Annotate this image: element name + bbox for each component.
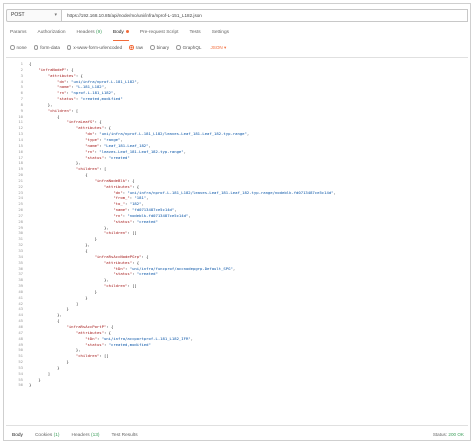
option-label: GraphQL: [182, 45, 202, 50]
response-tabs: Body Cookies (1) Headers (13) Test Resul…: [6, 429, 468, 441]
line-number-gutter: 1 2 3 4 5 6 7 8 9 10 11 12 13 14 15 16 17 18 19 20 21 22 23 24 2…: [6, 61, 28, 388]
tab-body[interactable]: Body: [112, 29, 129, 41]
tab-settings[interactable]: Settings: [212, 29, 229, 39]
tab-tests[interactable]: Tests: [189, 29, 200, 39]
radio-icon: [66, 45, 72, 50]
radio-icon: [176, 45, 181, 50]
body-type-options: none form-data x-www-form-urlencoded raw…: [10, 43, 226, 52]
status-label: Status:: [432, 432, 448, 437]
request-body-editor[interactable]: 1 2 3 4 5 6 7 8 9 10 11 12 13 14 15 16 17 18 19 20 21 22 23 24 2…: [6, 57, 468, 426]
tab-pre-request-script[interactable]: Pre-request Script: [140, 29, 179, 39]
tab-label: Cookies: [34, 432, 53, 438]
radio-selected-icon: [129, 45, 134, 50]
request-url-input[interactable]: https://192.168.10.85/api/node/mo/uni/in…: [62, 9, 468, 22]
tab-label: Settings: [211, 30, 230, 35]
response-tab-headers[interactable]: Headers (13): [72, 433, 100, 438]
radio-icon: [33, 45, 39, 50]
request-tabs: Params Authorization Headers (9) Body Pr…: [10, 29, 240, 41]
tab-label: Authorization: [37, 30, 66, 35]
tab-params[interactable]: Params: [10, 29, 27, 39]
option-label: form-data: [40, 45, 60, 50]
tab-count: (13): [90, 432, 100, 438]
tab-authorization[interactable]: Authorization: [38, 29, 66, 39]
postman-window: POST ▾ https://192.168.10.85/api/node/mo…: [3, 3, 471, 441]
option-label: binary: [156, 45, 170, 50]
tab-label: Params: [10, 30, 27, 35]
response-status: Status: 200 OK: [433, 429, 464, 441]
code-line: }: [29, 382, 32, 388]
body-option-none[interactable]: none: [10, 45, 27, 50]
radio-icon: [10, 45, 15, 50]
code-area[interactable]: { "infraNodeP": { "attributes": { "dn": …: [29, 61, 464, 388]
chevron-down-icon: ▾: [54, 12, 57, 18]
status-value: 200 OK: [448, 432, 464, 437]
line-number: 56: [18, 382, 23, 388]
tab-label: Headers: [76, 30, 95, 35]
body-option-raw[interactable]: raw: [129, 45, 143, 50]
http-method-select[interactable]: POST ▾: [6, 9, 62, 22]
tab-count: (1): [53, 432, 60, 438]
tab-count: (9): [96, 30, 102, 35]
body-option-graphql[interactable]: GraphQL: [176, 45, 202, 50]
body-option-form-data[interactable]: form-data: [33, 45, 60, 50]
body-option-binary[interactable]: binary: [150, 45, 169, 50]
body-option-urlencoded[interactable]: x-www-form-urlencoded: [66, 45, 123, 50]
option-label: none: [16, 45, 27, 50]
tab-label: Body: [12, 432, 23, 438]
option-label: raw: [135, 45, 144, 50]
http-method-label: POST: [11, 12, 25, 18]
response-tab-test-results[interactable]: Test Results: [112, 433, 138, 438]
tab-label: Pre-request Script: [139, 30, 179, 35]
tab-label: Tests: [189, 30, 201, 35]
tab-label: Headers: [71, 432, 90, 438]
response-tab-body[interactable]: Body: [12, 433, 23, 438]
option-label: x-www-form-urlencoded: [73, 45, 123, 50]
response-tab-cookies[interactable]: Cookies (1): [35, 433, 60, 438]
tab-label: Test Results: [111, 432, 138, 438]
radio-icon: [150, 45, 155, 50]
modified-dot-icon: [125, 30, 129, 34]
tab-headers[interactable]: Headers (9): [77, 29, 102, 39]
tab-label: Body: [112, 30, 124, 35]
body-format-select[interactable]: JSON ▾: [211, 45, 227, 51]
request-url-bar: POST ▾ https://192.168.10.85/api/node/mo…: [6, 9, 468, 22]
